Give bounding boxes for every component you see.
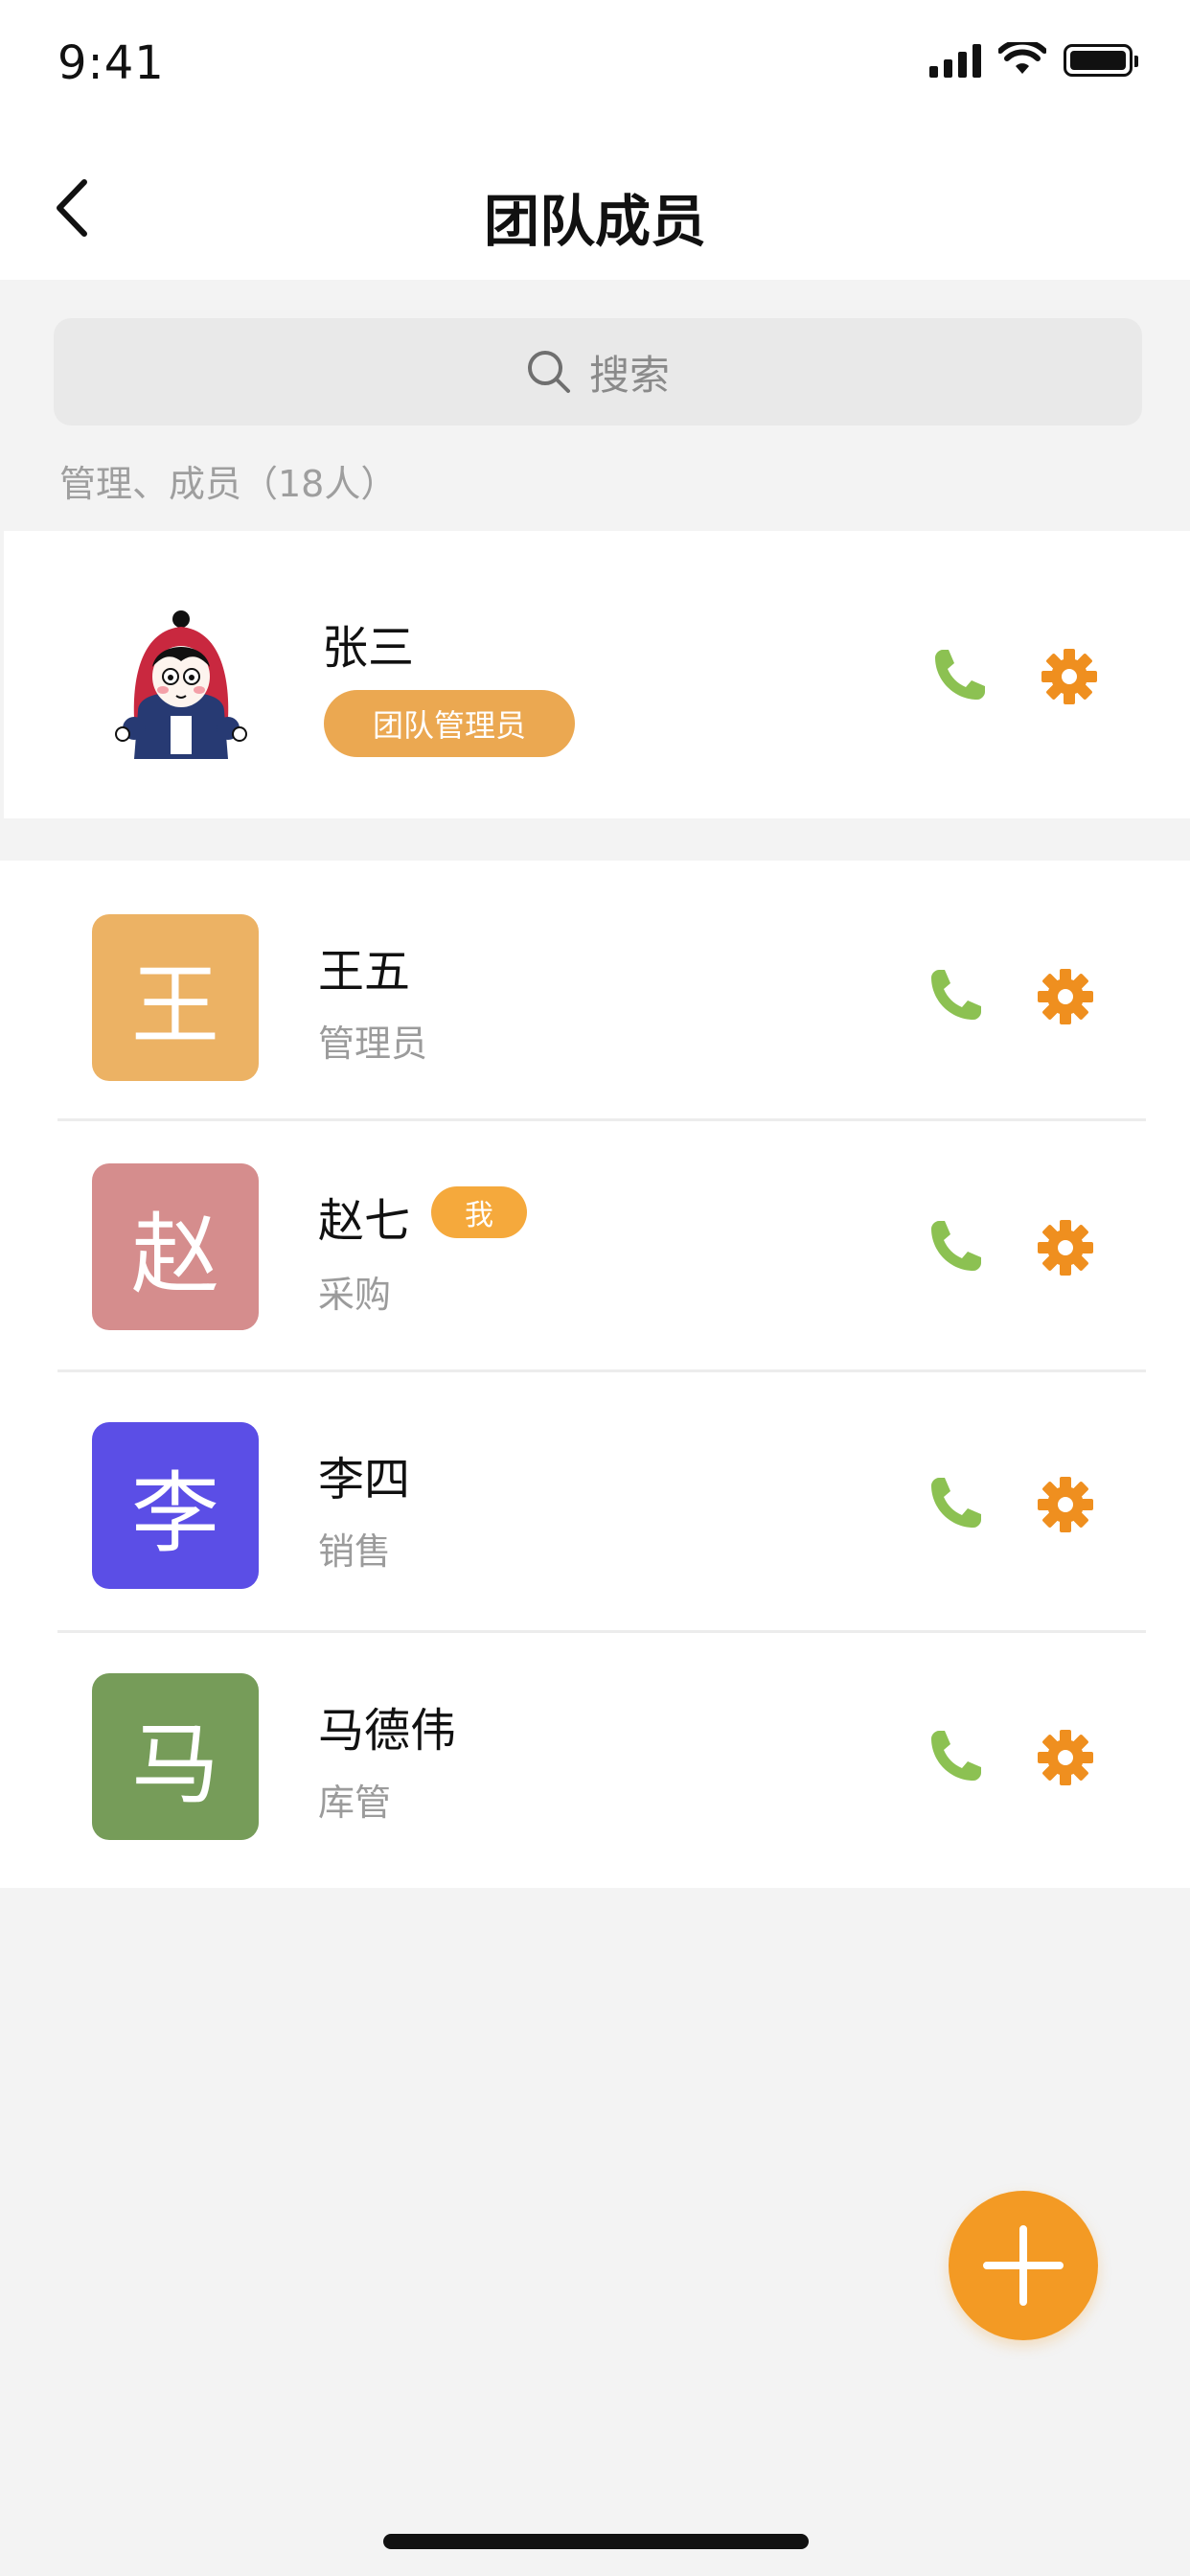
page-title: 团队成员 <box>483 189 706 254</box>
settings-button[interactable] <box>1027 958 1104 1035</box>
member-row[interactable]: 李 李四 销售 <box>0 1372 1190 1633</box>
member-name: 张三 <box>322 621 415 675</box>
call-button[interactable] <box>916 1209 993 1286</box>
call-button[interactable] <box>916 1466 993 1543</box>
avatar: 赵 <box>92 1163 259 1330</box>
signal-icon <box>929 43 981 78</box>
member-role: 库管 <box>318 1782 392 1824</box>
settings-button[interactable] <box>1027 1719 1104 1796</box>
member-row[interactable]: 王 王五 管理员 <box>0 861 1190 1121</box>
member-name: 赵七 <box>318 1194 411 1248</box>
avatar <box>115 610 247 759</box>
member-name: 王五 <box>318 945 411 999</box>
member-row[interactable]: 马 马德伟 库管 <box>0 1633 1190 1888</box>
battery-icon <box>1064 44 1138 77</box>
admin-member-row[interactable]: 张三 团队管理员 <box>4 531 1190 818</box>
call-button[interactable] <box>916 958 993 1035</box>
avatar: 王 <box>92 914 259 1081</box>
call-button[interactable] <box>916 1719 993 1796</box>
phone-icon <box>931 1221 981 1271</box>
home-indicator <box>383 2534 809 2549</box>
member-row[interactable]: 赵 赵七 我 采购 <box>0 1121 1190 1372</box>
status-bar: 9:41 <box>0 0 1190 134</box>
search-icon <box>527 351 570 393</box>
member-list: 王 王五 管理员 赵 赵七 我 采购 李 李四 销售 马 马德伟 库管 <box>0 861 1190 1888</box>
me-badge: 我 <box>431 1186 527 1238</box>
phone-icon <box>931 1478 981 1528</box>
settings-button[interactable] <box>1027 1466 1104 1543</box>
add-member-button[interactable] <box>949 2191 1098 2340</box>
phone-icon <box>931 970 981 1020</box>
wifi-icon <box>998 42 1046 74</box>
avatar: 李 <box>92 1422 259 1589</box>
member-role: 管理员 <box>318 1023 428 1065</box>
search-input[interactable]: 搜索 <box>54 318 1142 426</box>
status-icons <box>929 42 1138 79</box>
plus-icon <box>983 2225 1064 2306</box>
member-role: 采购 <box>318 1274 392 1316</box>
phone-icon <box>931 1731 981 1781</box>
member-name: 马德伟 <box>318 1704 457 1758</box>
member-name: 李四 <box>318 1453 411 1506</box>
gear-icon <box>1038 969 1093 1024</box>
member-role: 销售 <box>318 1530 392 1573</box>
section-caption: 管理、成员（18人） <box>59 463 398 505</box>
settings-button[interactable] <box>1031 638 1108 715</box>
gear-icon <box>1038 1220 1093 1276</box>
gear-icon <box>1038 1477 1093 1532</box>
status-time: 9:41 <box>57 36 165 90</box>
nav-bar: 团队成员 <box>0 134 1190 280</box>
admin-badge: 团队管理员 <box>324 690 575 757</box>
call-button[interactable] <box>920 638 996 715</box>
settings-button[interactable] <box>1027 1209 1104 1286</box>
gear-icon <box>1041 649 1097 704</box>
phone-icon <box>935 650 985 700</box>
avatar: 马 <box>92 1673 259 1840</box>
gear-icon <box>1038 1730 1093 1785</box>
search-placeholder: 搜索 <box>588 351 670 399</box>
